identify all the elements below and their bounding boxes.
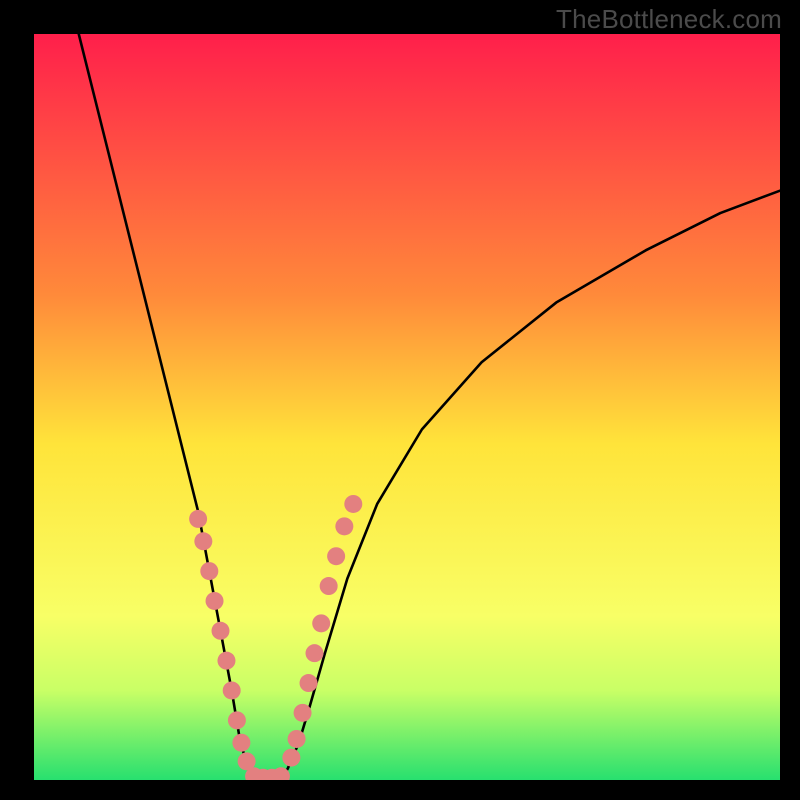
marker-dot — [300, 674, 318, 692]
marker-dot — [217, 652, 235, 670]
marker-dot — [232, 734, 250, 752]
marker-dot — [194, 532, 212, 550]
marker-dot — [312, 614, 330, 632]
marker-dot — [335, 517, 353, 535]
bottleneck-chart — [0, 0, 800, 800]
marker-dot — [272, 767, 290, 785]
chart-frame: TheBottleneck.com — [0, 0, 800, 800]
marker-dot — [288, 730, 306, 748]
marker-dot — [282, 749, 300, 767]
marker-dot — [206, 592, 224, 610]
marker-dot — [200, 562, 218, 580]
plot-background — [34, 34, 780, 780]
marker-dot — [223, 681, 241, 699]
marker-dot — [327, 547, 345, 565]
marker-dot — [320, 577, 338, 595]
marker-dot — [228, 711, 246, 729]
marker-dot — [212, 622, 230, 640]
marker-dot — [189, 510, 207, 528]
marker-dot — [306, 644, 324, 662]
marker-dot — [294, 704, 312, 722]
marker-dot — [344, 495, 362, 513]
